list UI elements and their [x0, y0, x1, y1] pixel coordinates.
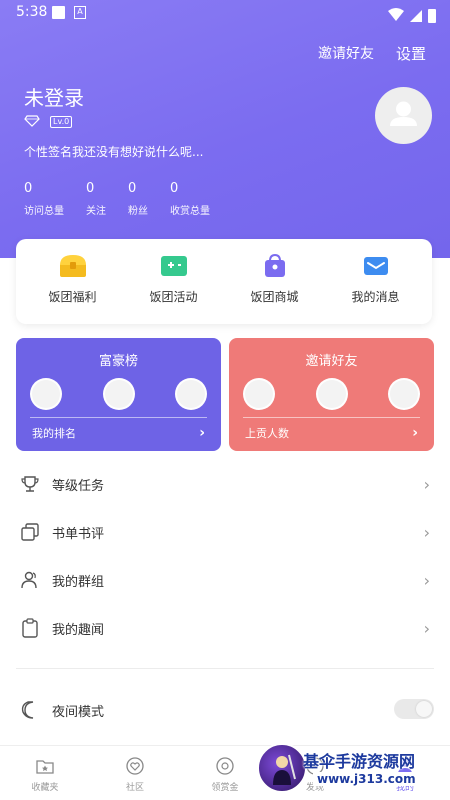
chevron-right-icon: ›: [412, 425, 418, 441]
stat-value: 0: [24, 181, 33, 196]
nav-tab-community[interactable]: 社区: [90, 746, 180, 800]
rank-avatars: [229, 378, 434, 410]
quick-item-welfare[interactable]: 饭团福利: [28, 239, 118, 324]
user-badges: Lv.0: [24, 112, 73, 131]
site-watermark: 基伞手游资源网 www.j313.com: [253, 742, 450, 800]
envelope-icon: [363, 257, 388, 275]
quick-item-mall[interactable]: 饭团商城: [230, 239, 320, 324]
quick-label: 饭团活动: [149, 290, 198, 304]
stat-label: 收赏总量: [170, 206, 210, 217]
diamond-badge-icon: [24, 112, 40, 131]
rich-list-card[interactable]: 富豪榜 我的排名 ›: [16, 338, 221, 451]
nav-label: 收藏夹: [31, 783, 59, 793]
user-stats: 0 访问总量 0 关注 0 粉丝 0 收赏总量: [24, 181, 232, 217]
clipboard-icon: [22, 618, 38, 638]
avatar[interactable]: [375, 87, 432, 144]
quick-item-activity[interactable]: 饭团活动: [129, 239, 219, 324]
quick-label: 我的消息: [351, 290, 400, 304]
rank-divider: [243, 417, 420, 418]
settings-menu: 等级任务 › 书单书评 › 我的群组 › 我的趣闻 ›: [16, 460, 434, 652]
watermark-title: 基伞手游资源网: [303, 752, 416, 771]
chevron-right-icon: ›: [423, 522, 430, 542]
notification-square-icon: [52, 6, 65, 19]
menu-item-anecdotes[interactable]: 我的趣闻 ›: [16, 604, 434, 652]
rank-avatar: [388, 378, 420, 410]
quick-label: 饭团福利: [48, 290, 97, 304]
chevron-right-icon: ›: [199, 425, 205, 441]
settings-link[interactable]: 设置: [396, 43, 426, 64]
group-icon: [21, 571, 37, 589]
level-badge: Lv.0: [50, 115, 73, 128]
stat-label: 访问总量: [24, 206, 64, 217]
rank-avatars: [16, 378, 221, 410]
rank-card-title: 富豪榜: [98, 354, 138, 369]
quick-label: 饭团商城: [250, 290, 299, 304]
menu-label: 书单书评: [52, 526, 105, 542]
signal-icon: [410, 9, 422, 22]
night-mode-row: 夜间模式: [16, 690, 434, 730]
avatar-placeholder-icon: [390, 101, 417, 126]
reward-icon: [216, 757, 234, 775]
invite-friends-link[interactable]: 邀请好友: [318, 43, 374, 64]
status-icons: [388, 6, 436, 25]
community-icon: [126, 757, 144, 775]
rank-divider: [30, 417, 207, 418]
treasure-chest-icon: [59, 255, 86, 277]
rank-footer-label: 我的排名: [32, 427, 76, 440]
section-divider: [16, 668, 434, 669]
moon-icon: [21, 701, 34, 719]
rank-avatar: [243, 378, 275, 410]
stat-fans[interactable]: 0 粉丝: [128, 181, 148, 217]
nav-label: 社区: [125, 783, 144, 793]
stat-label: 粉丝: [128, 206, 148, 217]
watermark-url: www.j313.com: [313, 772, 420, 786]
menu-item-groups[interactable]: 我的群组 ›: [16, 556, 434, 604]
menu-label: 我的趣闻: [52, 622, 105, 638]
chevron-right-icon: ›: [423, 474, 430, 494]
battery-icon: [428, 8, 436, 23]
rank-avatar: [102, 378, 135, 410]
menu-label: 等级任务: [52, 478, 105, 494]
wifi-icon: [388, 6, 404, 25]
top-actions: 邀请好友 设置: [318, 43, 426, 64]
menu-item-book-lists[interactable]: 书单书评 ›: [16, 508, 434, 556]
stat-rewards[interactable]: 0 收赏总量: [170, 181, 210, 217]
rank-footer: 我的排名 ›: [16, 425, 221, 441]
invite-friends-card[interactable]: 邀请好友 上贡人数 ›: [229, 338, 434, 451]
chevron-right-icon: ›: [423, 570, 430, 590]
rank-card-title: 邀请好友: [305, 354, 358, 369]
book-list-icon: [21, 523, 39, 541]
quick-item-messages[interactable]: 我的消息: [331, 239, 421, 324]
rank-avatar: [315, 378, 348, 410]
bookmark-folder-icon: [36, 760, 54, 774]
gamepad-icon: [160, 256, 187, 276]
night-mode-label: 夜间模式: [52, 704, 105, 720]
status-time: 5:38: [16, 4, 48, 20]
rank-footer-label: 上贡人数: [245, 427, 289, 440]
menu-label: 我的群组: [52, 574, 105, 590]
rank-footer: 上贡人数 ›: [229, 425, 434, 441]
rank-avatar: [30, 378, 62, 410]
rank-avatar: [175, 378, 207, 410]
watermark-logo-icon: [257, 743, 307, 793]
stat-label: 关注: [86, 206, 106, 217]
shopping-bag-icon: [264, 253, 285, 277]
status-bar: 5:38 A: [0, 0, 450, 26]
stat-value: 0: [86, 181, 95, 196]
menu-item-level-tasks[interactable]: 等级任务 ›: [16, 460, 434, 508]
trophy-icon: [21, 476, 39, 492]
nav-tab-favorites[interactable]: 收藏夹: [0, 746, 90, 800]
stat-value: 0: [128, 181, 137, 196]
chevron-right-icon: ›: [423, 618, 430, 638]
quick-actions-card: 饭团福利 饭团活动 饭团商城 我的消息: [16, 239, 432, 324]
stat-value: 0: [170, 181, 179, 196]
notification-a-icon: A: [74, 6, 86, 19]
night-mode-toggle[interactable]: [394, 699, 434, 719]
stat-visits[interactable]: 0 访问总量: [24, 181, 64, 217]
stat-following[interactable]: 0 关注: [86, 181, 106, 217]
user-name[interactable]: 未登录: [24, 82, 84, 111]
user-signature: 个性签名我还没有想好说什么呢...: [24, 145, 204, 159]
